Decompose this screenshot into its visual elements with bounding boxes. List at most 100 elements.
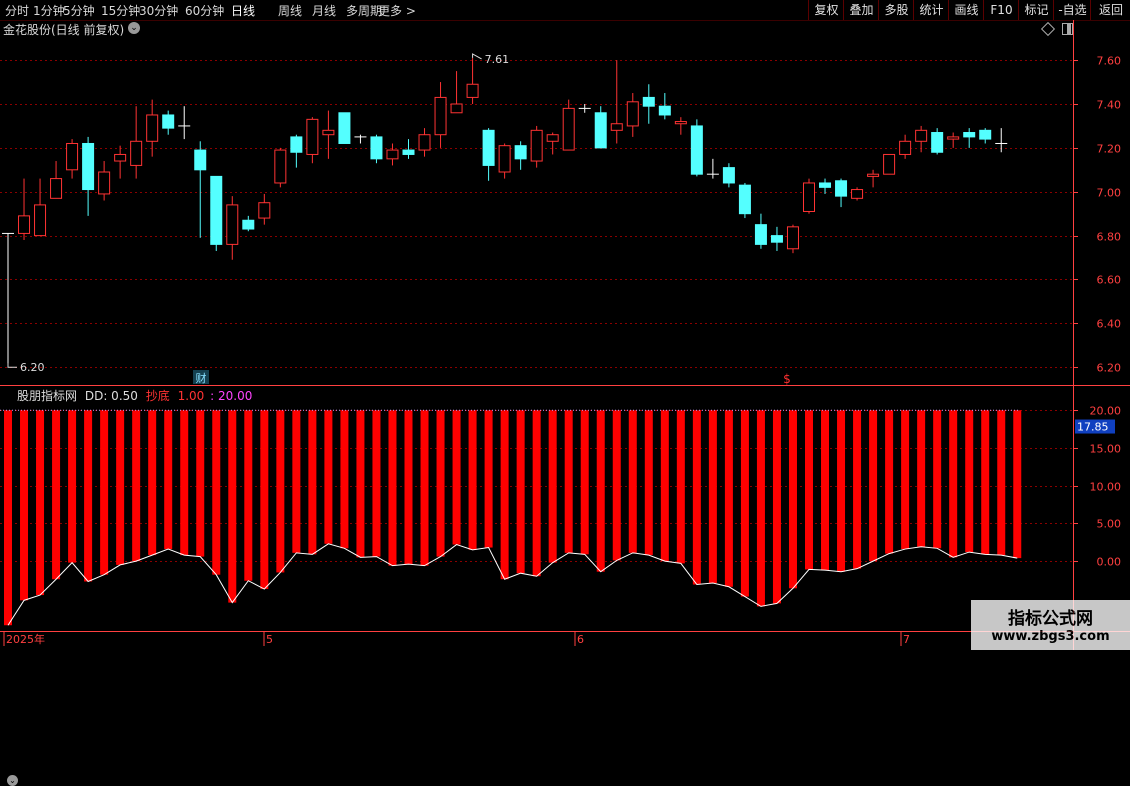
period-tab-10[interactable]: 更多 >: [378, 2, 416, 19]
indicator-bar: [997, 410, 1006, 556]
candle-body: [338, 112, 351, 144]
indicator-bar: [740, 410, 749, 597]
candle-body: [867, 173, 880, 177]
date-label: 6: [577, 633, 584, 646]
toolbar-button-4[interactable]: 画线: [948, 0, 984, 20]
indicator-bar: [628, 410, 637, 553]
chart-title: 金花股份(日线 前复权): [3, 23, 125, 37]
watermark-url: www.zbgs3.com: [991, 629, 1110, 644]
toolbar-button-0[interactable]: 复权: [808, 0, 844, 20]
toolbar-button-1[interactable]: 叠加: [843, 0, 879, 20]
period-tab-8[interactable]: 月线: [312, 2, 336, 19]
indicator-bar: [132, 410, 141, 562]
candle-body: [498, 145, 511, 173]
chevron-down-icon[interactable]: ⌄: [128, 22, 140, 34]
candle-body: [514, 145, 527, 160]
candle-body: [82, 142, 95, 191]
y-tick-label: 7.60: [1097, 55, 1122, 68]
candle-body: [162, 114, 175, 129]
candle-body: [434, 96, 447, 136]
indicator-bar: [276, 410, 285, 573]
indicator-bar: [436, 410, 445, 557]
indicator-bar: [917, 410, 926, 547]
panel-toggle-icon[interactable]: [1062, 23, 1073, 35]
candle-body: [370, 136, 383, 160]
candle-body: [98, 171, 111, 195]
period-tab-5[interactable]: 60分钟: [185, 2, 224, 19]
candle-body: [610, 123, 623, 131]
y-tick-label: 7.40: [1097, 99, 1122, 112]
high-price-label: 7.61: [485, 53, 510, 66]
y-tick-label: 5.00: [1097, 518, 1122, 531]
toolbar-button-5[interactable]: F10: [983, 0, 1019, 20]
candle-body: [146, 114, 159, 142]
candle-body: [754, 224, 767, 245]
watermark-title: 指标公式网: [1008, 609, 1093, 629]
indicator-bar: [853, 410, 862, 569]
period-tab-3[interactable]: 15分钟: [101, 2, 140, 19]
indicator-bar: [148, 410, 157, 556]
kline-chart[interactable]: 7.60 7.40 7.20 7.00 6.80 6.60 6.40 6.20 20.00 15.…: [0, 0, 1130, 650]
period-tab-0[interactable]: 分时: [5, 2, 29, 19]
candle-body: [883, 153, 896, 175]
period-tab-9[interactable]: 多周期: [346, 2, 382, 19]
y-tick-label: 6.60: [1097, 274, 1122, 287]
period-tab-4[interactable]: 30分钟: [139, 2, 178, 19]
current-value-bg: [1075, 419, 1115, 434]
candle-body: [819, 182, 832, 188]
indicator-line: [7, 543, 1018, 626]
indicator-bar: [484, 410, 493, 548]
candle-body: [803, 182, 815, 212]
toolbar-button-2[interactable]: 多股: [878, 0, 914, 20]
indicator-bar: [116, 410, 125, 565]
candle-body: [194, 149, 207, 171]
diamond-icon[interactable]: [1040, 21, 1056, 37]
toolbar-button-6[interactable]: 标记: [1018, 0, 1054, 20]
indicator-signal-value: 1.00: [177, 389, 205, 403]
period-tab-7[interactable]: 周线: [278, 2, 302, 19]
candle-body: [947, 136, 960, 140]
indicator-bar: [260, 410, 269, 590]
candle-body: [50, 178, 63, 199]
indicator-bar: [308, 410, 317, 555]
indicator-bar: [36, 410, 45, 596]
period-tab-6[interactable]: 日线: [231, 2, 255, 19]
toolbar-button-8[interactable]: 返回: [1090, 0, 1130, 20]
candle-body: [963, 132, 976, 138]
indicator-bar: [885, 410, 894, 554]
date-label: 7: [903, 633, 910, 646]
indicator-bar: [869, 410, 878, 562]
chevron-down-icon[interactable]: ⌄: [7, 775, 18, 786]
toolbar-button-7[interactable]: -自选: [1053, 0, 1091, 20]
indicator-bar: [228, 410, 237, 603]
candle-body: [931, 132, 944, 153]
y-tick-label: 6.40: [1097, 318, 1122, 331]
candle-body: [658, 105, 671, 116]
indicator-bar: [164, 410, 173, 550]
candle-body: [626, 101, 639, 127]
candle-body: [114, 153, 127, 162]
y-tick-label: 0.00: [1097, 556, 1122, 569]
candle-body: [306, 118, 319, 155]
current-value-label: 17.85: [1077, 421, 1109, 434]
indicator-bar: [52, 410, 61, 580]
candle-body: [770, 235, 783, 243]
indicator-bar: [692, 410, 701, 585]
toolbar-button-3[interactable]: 统计: [913, 0, 949, 20]
indicator-bar: [420, 410, 429, 566]
indicator-bar: [901, 410, 910, 550]
indicator-bar: [324, 410, 333, 544]
period-tab-1[interactable]: 1分钟: [33, 2, 65, 19]
period-toolbar: 分时 1分钟 5分钟 15分钟 30分钟 60分钟 日线 周线 月线 多周期 更多 > 复权 叠加 多股统…: [0, 0, 1130, 21]
indicator-bar: [20, 410, 29, 601]
period-tab-2[interactable]: 5分钟: [63, 2, 95, 19]
candle-body: [722, 167, 735, 184]
candle-body: [642, 96, 655, 107]
indicator-bar: [196, 410, 205, 557]
candle-body: [130, 140, 143, 166]
candle-body: [322, 129, 335, 136]
candle-body: [274, 149, 287, 184]
indicator-bar: [4, 410, 12, 626]
y-tick-label: 6.20: [1097, 362, 1122, 375]
indicator-bar: [180, 410, 189, 556]
